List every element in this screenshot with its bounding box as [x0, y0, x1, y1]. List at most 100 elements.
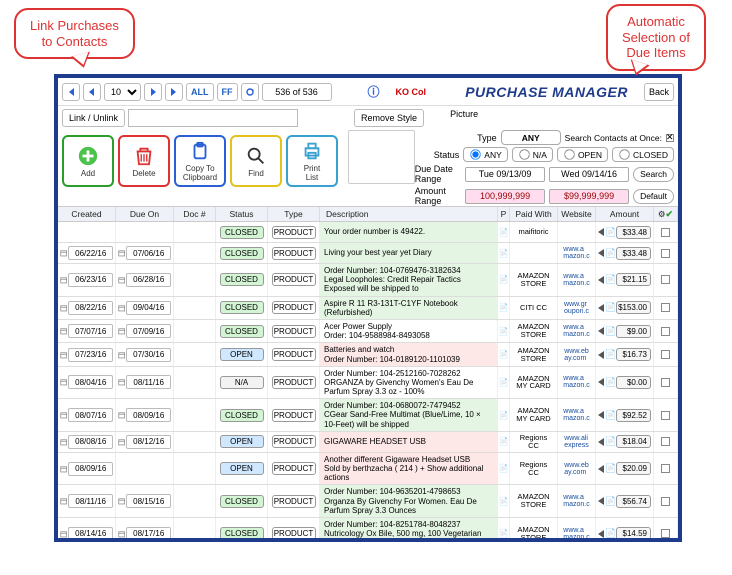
cell-website[interactable]: www.a mazon.c: [558, 367, 596, 399]
amount-to[interactable]: [549, 189, 629, 204]
cell-description[interactable]: Order Number: 104-9635201-4798653 Organz…: [320, 485, 498, 517]
cell-status[interactable]: CLOSED: [216, 399, 268, 431]
cell-type[interactable]: PRODUCT: [268, 399, 320, 431]
cell-actions[interactable]: [654, 432, 678, 452]
cell-type[interactable]: PRODUCT: [268, 264, 320, 296]
row-checkbox[interactable]: [661, 327, 670, 336]
cell-website[interactable]: www.a mazon.c: [558, 518, 596, 542]
cell-type[interactable]: PRODUCT: [268, 320, 320, 342]
copy-clipboard-button[interactable]: Copy To Clipboard: [174, 135, 226, 187]
cell-type[interactable]: PRODUCT: [268, 222, 320, 242]
cell-actions[interactable]: [654, 320, 678, 342]
cell-p[interactable]: 📄: [498, 432, 510, 452]
cell-website[interactable]: www.ali express: [558, 432, 596, 452]
cell-website[interactable]: www.a mazon.c: [558, 243, 596, 263]
status-open[interactable]: OPEN: [557, 147, 608, 162]
remove-style-button[interactable]: Remove Style: [354, 109, 424, 127]
back-button[interactable]: Back: [644, 83, 674, 101]
col-type[interactable]: Type: [268, 207, 320, 221]
cell-description[interactable]: Order Number: 104-0680072-7479452 CGear …: [320, 399, 498, 431]
row-checkbox[interactable]: [661, 497, 670, 506]
cell-p[interactable]: 📄: [498, 485, 510, 517]
col-description[interactable]: Description: [320, 207, 498, 221]
cell-actions[interactable]: [654, 297, 678, 319]
row-checkbox[interactable]: [661, 378, 670, 387]
cell-actions[interactable]: [654, 485, 678, 517]
table-row[interactable]: 07/23/1607/30/16OPENPRODUCTBatteries and…: [58, 343, 678, 366]
due-from[interactable]: [465, 167, 545, 182]
due-to[interactable]: [549, 167, 629, 182]
cell-p[interactable]: 📄: [498, 320, 510, 342]
add-button[interactable]: Add: [62, 135, 114, 187]
table-row[interactable]: 06/22/1607/06/16CLOSEDPRODUCTLiving your…: [58, 243, 678, 264]
default-button[interactable]: Default: [633, 189, 674, 204]
status-na[interactable]: N/A: [512, 147, 553, 162]
cell-p[interactable]: 📄: [498, 243, 510, 263]
delete-button[interactable]: Delete: [118, 135, 170, 187]
cell-type[interactable]: PRODUCT: [268, 343, 320, 365]
search-button[interactable]: Search: [633, 167, 674, 182]
cell-description[interactable]: Living your best year yet Diary: [320, 243, 498, 263]
cell-p[interactable]: 📄: [498, 399, 510, 431]
table-row[interactable]: CLOSEDPRODUCTYour order number is 49422.…: [58, 222, 678, 243]
cell-type[interactable]: PRODUCT: [268, 297, 320, 319]
cell-status[interactable]: CLOSED: [216, 243, 268, 263]
table-row[interactable]: 08/08/1608/12/16OPENPRODUCTGIGAWARE HEAD…: [58, 432, 678, 453]
status-any[interactable]: ANY: [463, 147, 507, 162]
cell-status[interactable]: OPEN: [216, 453, 268, 485]
cell-status[interactable]: N/A: [216, 367, 268, 399]
col-check[interactable]: ⚙✔: [654, 207, 678, 221]
info-icon[interactable]: ⓘ: [368, 83, 380, 100]
col-doc[interactable]: Doc #: [174, 207, 216, 221]
cell-website[interactable]: www.eb ay.com: [558, 343, 596, 365]
table-row[interactable]: 08/09/16OPENPRODUCTAnother different Gig…: [58, 453, 678, 486]
cell-status[interactable]: CLOSED: [216, 320, 268, 342]
cell-actions[interactable]: [654, 399, 678, 431]
cell-actions[interactable]: [654, 243, 678, 263]
cell-website[interactable]: www.a mazon.c: [558, 485, 596, 517]
cell-p[interactable]: 📄: [498, 453, 510, 485]
col-created[interactable]: Created: [58, 207, 116, 221]
row-checkbox[interactable]: [661, 228, 670, 237]
cell-p[interactable]: 📄: [498, 222, 510, 242]
table-row[interactable]: 08/14/1608/17/16CLOSEDPRODUCTOrder Numbe…: [58, 518, 678, 542]
link-input[interactable]: [128, 109, 298, 127]
col-due[interactable]: Due On: [116, 207, 174, 221]
cell-website[interactable]: www.a mazon.c: [558, 399, 596, 431]
col-p[interactable]: P: [498, 207, 510, 221]
cell-p[interactable]: 📄: [498, 367, 510, 399]
table-row[interactable]: 08/22/1609/04/16CLOSEDPRODUCTAspire R 11…: [58, 297, 678, 320]
row-checkbox[interactable]: [661, 275, 670, 284]
cell-description[interactable]: Another different Gigaware Headset USB S…: [320, 453, 498, 485]
cell-actions[interactable]: [654, 453, 678, 485]
cell-actions[interactable]: [654, 518, 678, 542]
table-row[interactable]: 08/11/1608/15/16CLOSEDPRODUCTOrder Numbe…: [58, 485, 678, 518]
nav-next[interactable]: [144, 83, 162, 101]
print-list-button[interactable]: Print List: [286, 135, 338, 187]
col-status[interactable]: Status: [216, 207, 268, 221]
cell-actions[interactable]: [654, 343, 678, 365]
amount-from[interactable]: [465, 189, 545, 204]
search-at-once-checkbox[interactable]: ✕: [666, 134, 674, 142]
cell-status[interactable]: OPEN: [216, 343, 268, 365]
page-size-select[interactable]: 10: [104, 83, 141, 101]
cell-type[interactable]: PRODUCT: [268, 367, 320, 399]
col-paid[interactable]: Paid With: [510, 207, 558, 221]
cell-status[interactable]: CLOSED: [216, 297, 268, 319]
cell-type[interactable]: PRODUCT: [268, 432, 320, 452]
col-amount[interactable]: Amount: [596, 207, 654, 221]
cell-description[interactable]: Order Number: 104-2512160-7028262 ORGANZ…: [320, 367, 498, 399]
cell-p[interactable]: 📄: [498, 264, 510, 296]
row-checkbox[interactable]: [661, 350, 670, 359]
row-checkbox[interactable]: [661, 437, 670, 446]
cell-website[interactable]: www.eb ay.com: [558, 453, 596, 485]
cell-website[interactable]: www.a mazon.c: [558, 320, 596, 342]
cell-actions[interactable]: [654, 367, 678, 399]
cell-p[interactable]: 📄: [498, 297, 510, 319]
cell-website[interactable]: www.a mazon.c: [558, 264, 596, 296]
cell-description[interactable]: Your order number is 49422.: [320, 222, 498, 242]
cell-type[interactable]: PRODUCT: [268, 518, 320, 542]
cell-type[interactable]: PRODUCT: [268, 243, 320, 263]
cell-description[interactable]: Order Number: 104-0769476-3182634 Legal …: [320, 264, 498, 296]
cell-website[interactable]: [558, 222, 596, 242]
